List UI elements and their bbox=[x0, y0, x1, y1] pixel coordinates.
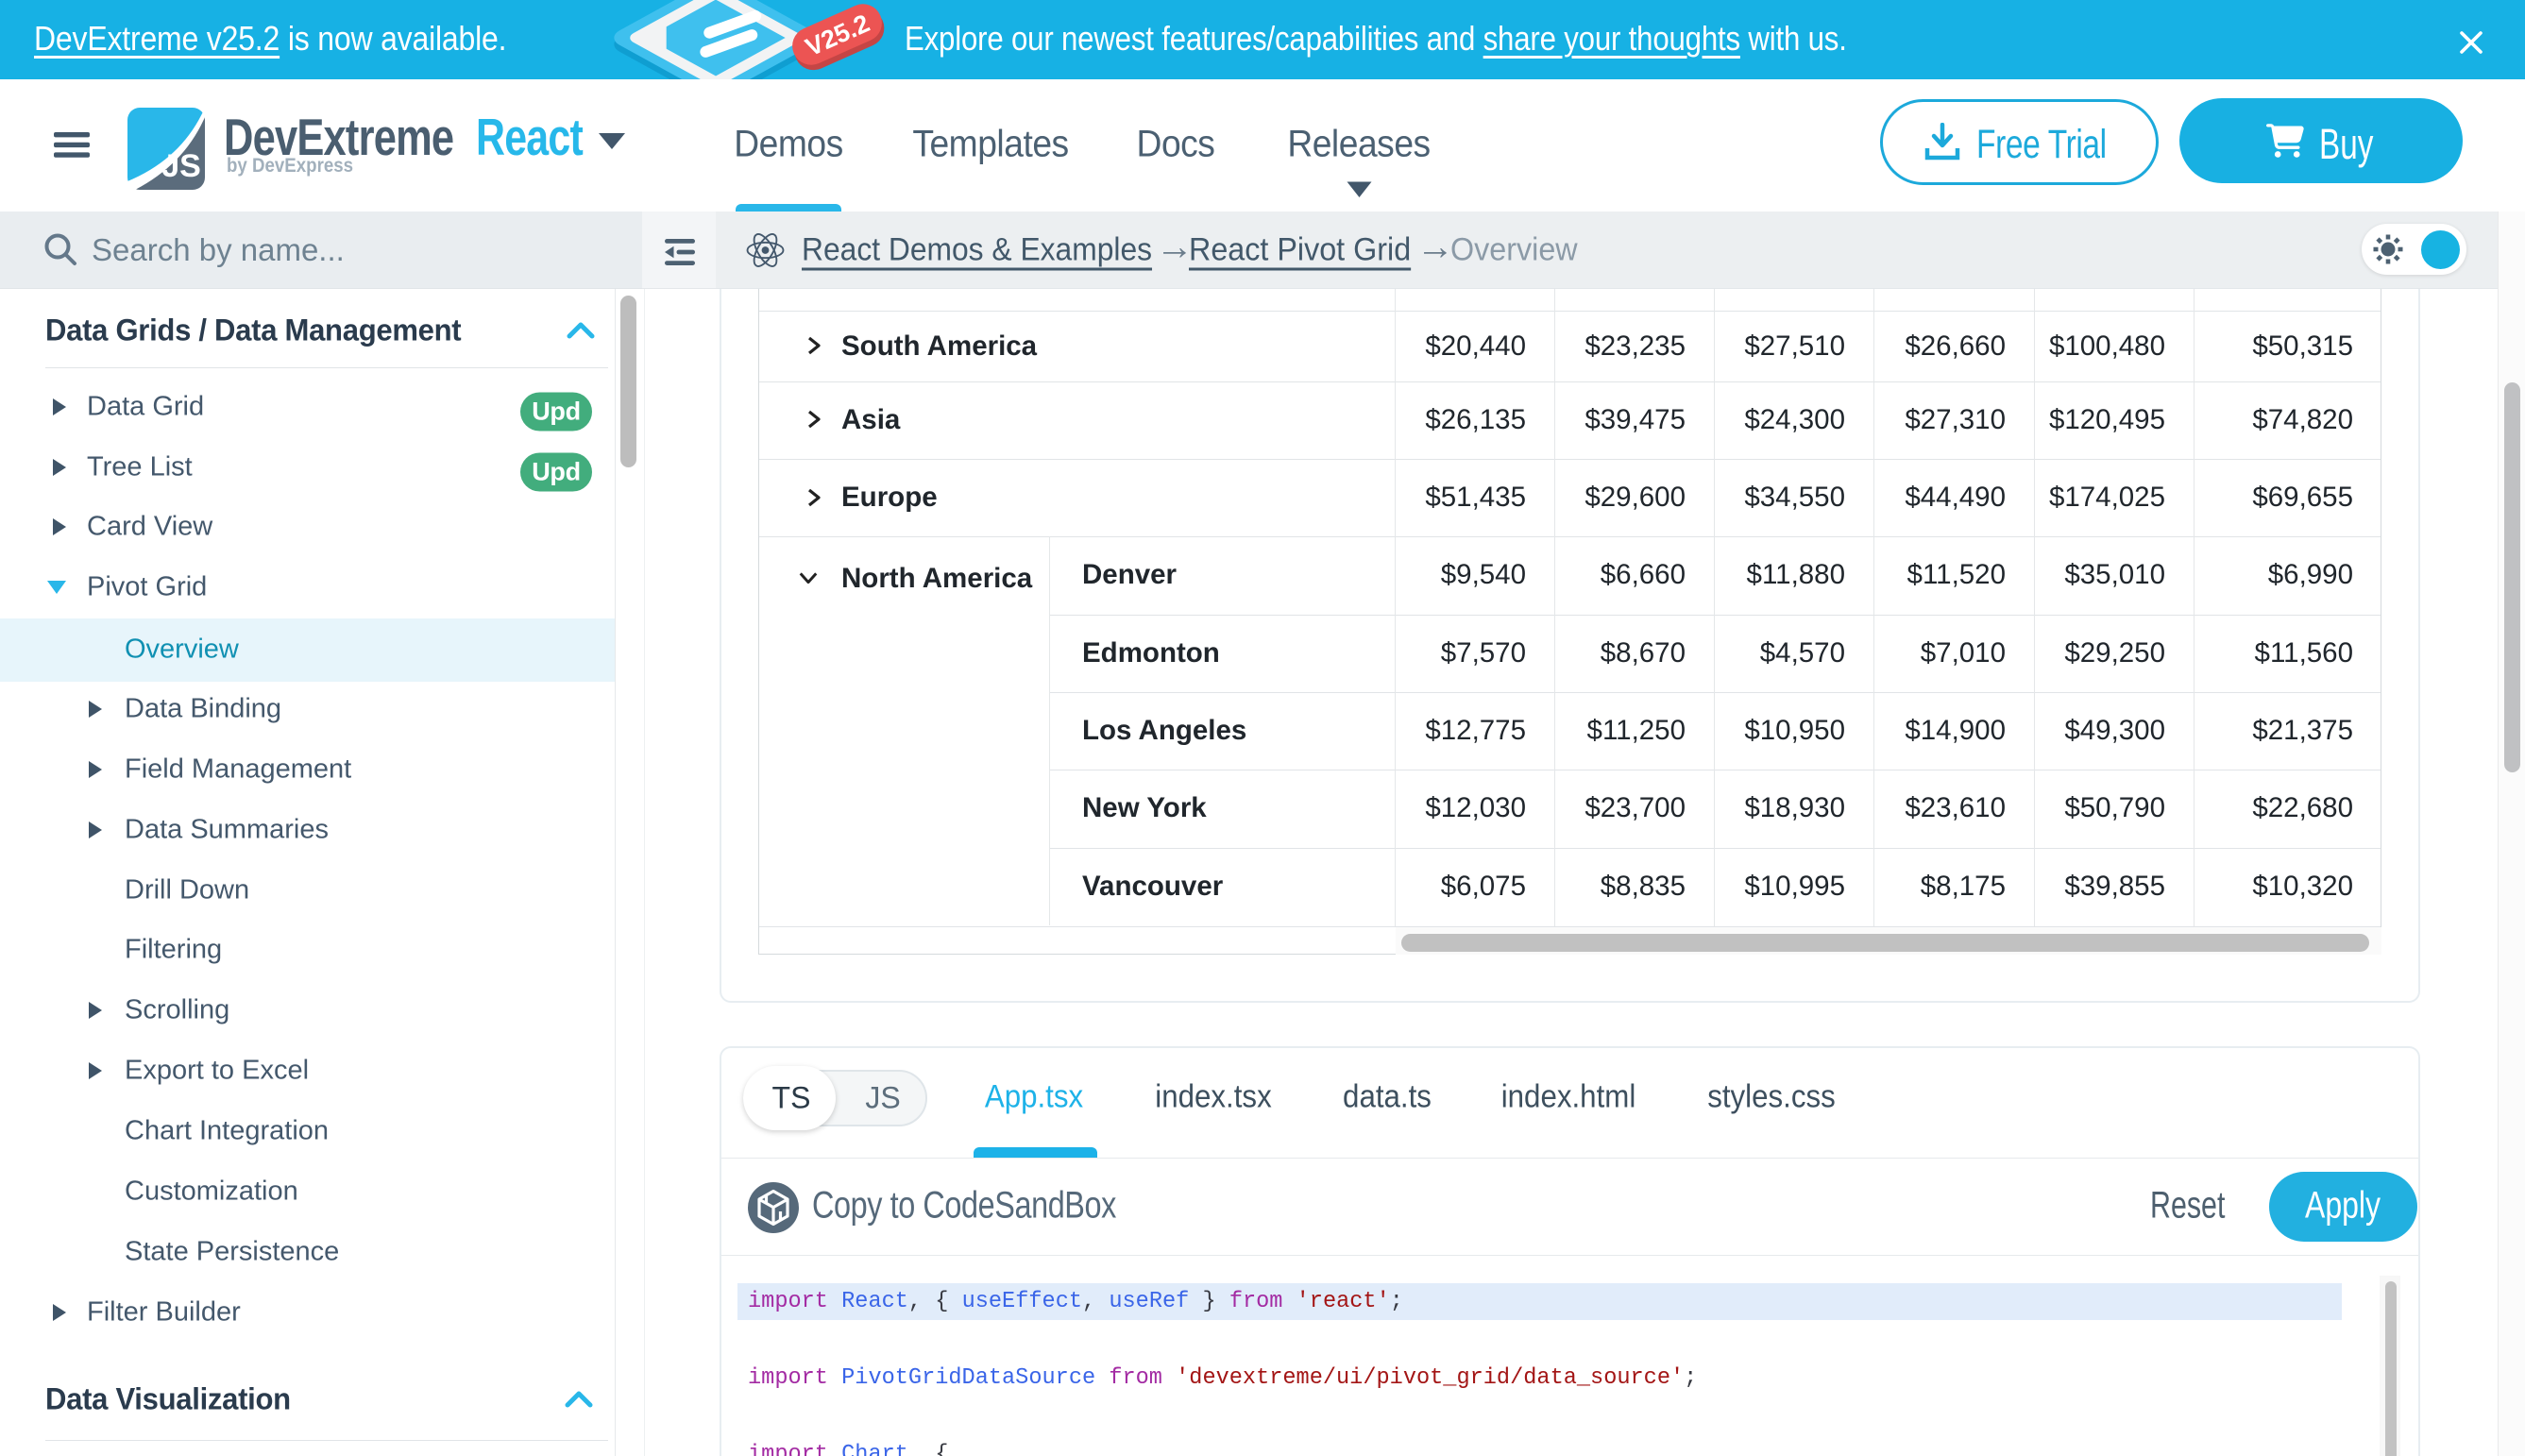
svg-text:JS: JS bbox=[161, 148, 201, 184]
